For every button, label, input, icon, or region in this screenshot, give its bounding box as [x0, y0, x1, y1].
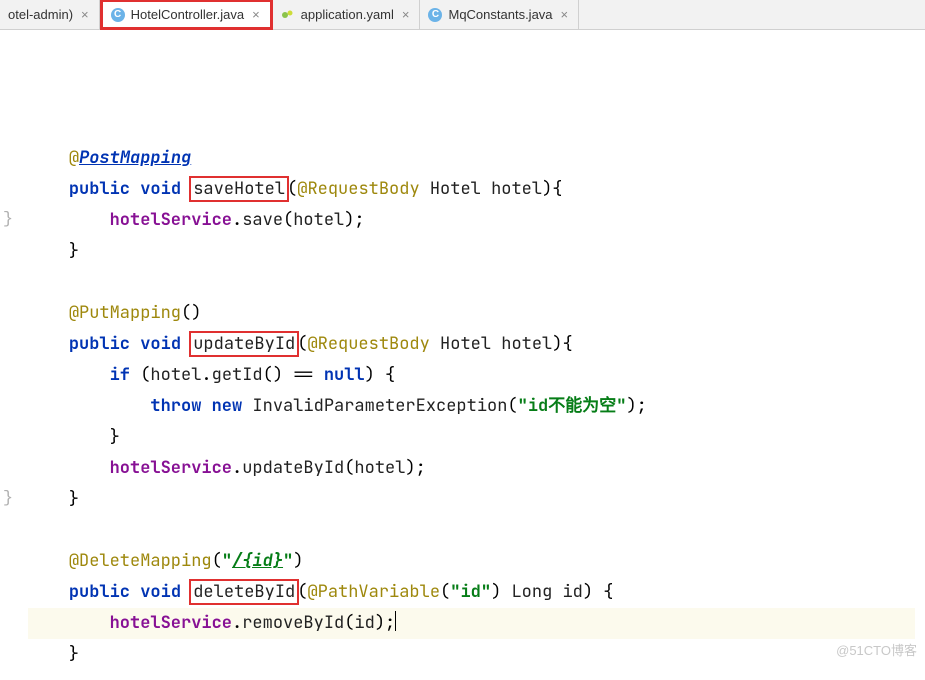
tab-hotel-admin[interactable]: otel-admin) × [0, 0, 100, 29]
text-caret [395, 611, 396, 631]
tab-label: HotelController.java [131, 7, 244, 22]
tab-hotel-controller[interactable]: C HotelController.java × [100, 0, 273, 30]
code-line: @PostMapping [28, 147, 191, 169]
code-line: throw new InvalidParameterException("id不… [28, 395, 647, 417]
code-line: hotelService.save(hotel); [28, 209, 365, 231]
code-line: public void updateById(@RequestBody Hote… [28, 333, 573, 355]
close-icon[interactable]: × [559, 7, 571, 22]
code-editor[interactable]: } } @PostMapping public void saveHotel(@… [0, 30, 925, 680]
editor-tab-bar: otel-admin) × C HotelController.java × a… [0, 0, 925, 30]
close-icon[interactable]: × [250, 7, 262, 22]
fold-end-icon[interactable]: } [2, 204, 14, 235]
code-line [28, 519, 38, 541]
close-icon[interactable]: × [79, 7, 91, 22]
tab-mq-constants[interactable]: C MqConstants.java × [420, 0, 579, 29]
java-class-icon: C [428, 8, 442, 22]
code-line: } [28, 643, 79, 665]
tab-label: MqConstants.java [448, 7, 552, 22]
code-line: } [28, 240, 79, 262]
code-line: @PutMapping() [28, 302, 201, 324]
code-line-active: hotelService.removeById(id); [28, 608, 915, 639]
code-line: if (hotel.getId() == null) { [28, 364, 395, 386]
java-class-icon: C [111, 8, 125, 22]
tab-label: application.yaml [301, 7, 394, 22]
yaml-file-icon [281, 8, 295, 22]
code-line: } [28, 488, 79, 510]
code-line [28, 271, 38, 293]
code-line: } [28, 426, 120, 448]
tab-application-yaml[interactable]: application.yaml × [273, 0, 421, 29]
code-line: hotelService.updateById(hotel); [28, 457, 426, 479]
fold-end-icon[interactable]: } [2, 483, 14, 514]
code-line: @DeleteMapping("/{id}") [28, 550, 303, 572]
code-line: public void saveHotel(@RequestBody Hotel… [28, 178, 562, 200]
code-line: public void deleteById(@PathVariable("id… [28, 581, 614, 603]
close-icon[interactable]: × [400, 7, 412, 22]
tab-label: otel-admin) [8, 7, 73, 22]
